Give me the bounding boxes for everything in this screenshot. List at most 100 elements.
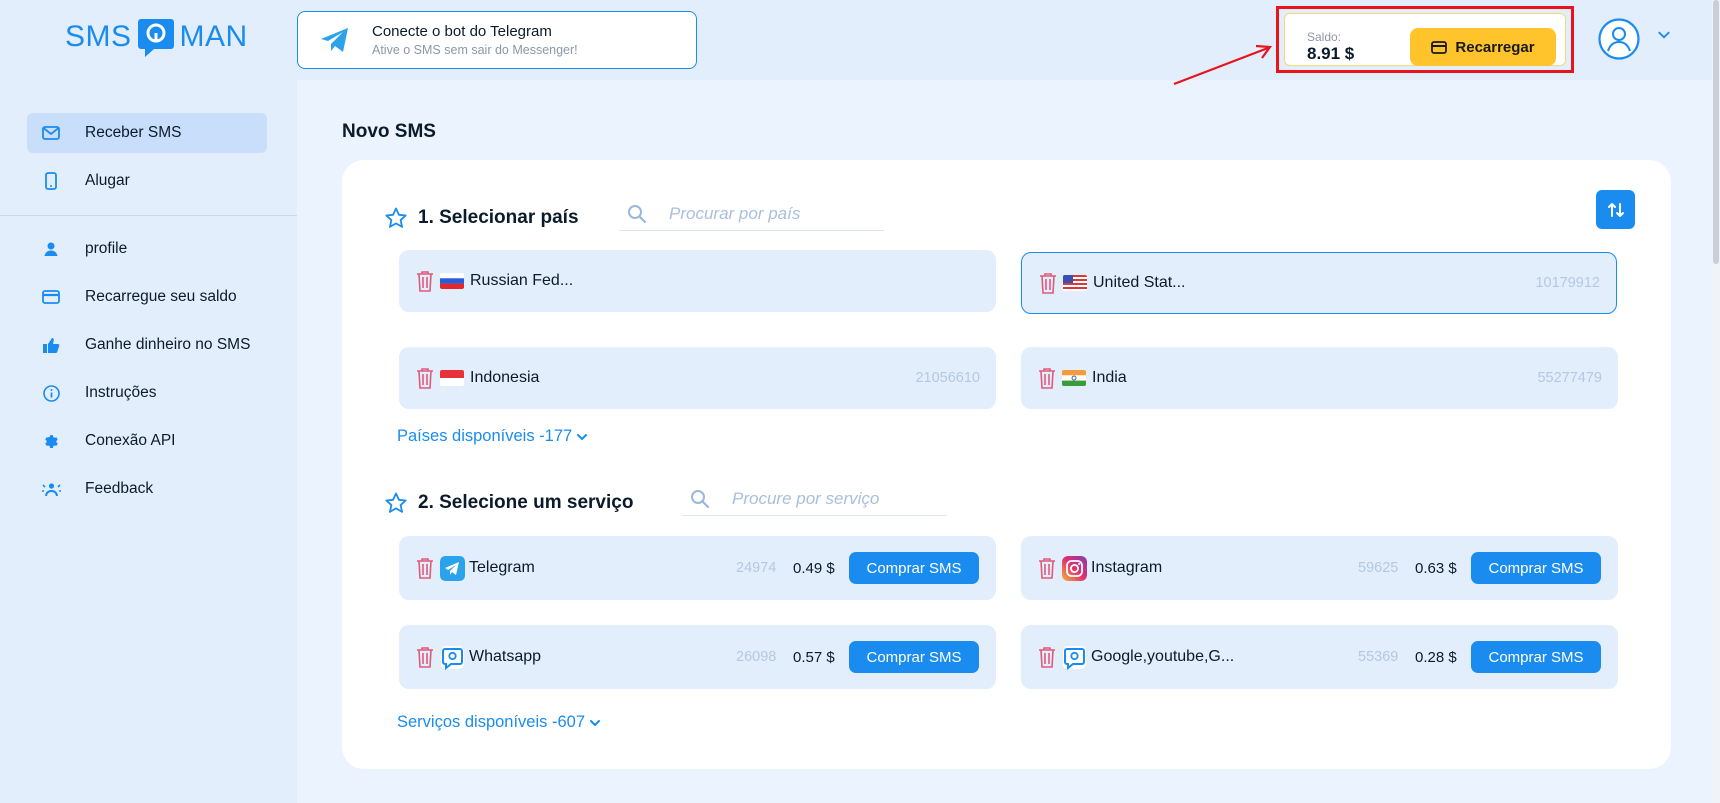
top-header: SMS MAN Conecte o bot do Telegram Ative … xyxy=(0,0,1720,86)
service-count: 59625 xyxy=(1358,560,1399,576)
smsman-service-icon xyxy=(440,645,465,670)
sidebar-item-profile[interactable]: profile xyxy=(27,229,267,269)
more-services-link[interactable]: Serviços disponíveis -607 xyxy=(397,713,601,732)
sidebar-item-recarregue[interactable]: Recarregue seu saldo xyxy=(27,277,267,317)
sidebar: Receber SMS Alugar profile Recarregue se… xyxy=(0,80,297,803)
sidebar-item-label: profile xyxy=(85,240,128,257)
instagram-icon xyxy=(1062,555,1087,581)
recharge-label: Recarregar xyxy=(1455,38,1535,56)
service-count: 24974 xyxy=(736,560,777,576)
star-icon[interactable] xyxy=(384,491,408,515)
balance-value: 8.91 $ xyxy=(1307,44,1355,63)
service-name: Whatsapp xyxy=(469,648,542,665)
buy-sms-button[interactable]: Comprar SMS xyxy=(1471,552,1601,584)
user-icon xyxy=(41,239,61,259)
info-icon xyxy=(41,383,61,403)
red-arrow-annotation xyxy=(1173,44,1273,86)
telegram-bot-banner[interactable]: Conecte o bot do Telegram Ative o SMS se… xyxy=(297,11,697,69)
user-avatar-icon[interactable] xyxy=(1598,18,1640,60)
more-services-label: Serviços disponíveis -607 xyxy=(397,713,586,731)
country-heading-text: 1. Selecionar país xyxy=(418,207,579,228)
gear-icon xyxy=(41,431,61,451)
country-row-united-states[interactable]: United Stat... 10179912 xyxy=(1021,252,1617,314)
sidebar-item-label: Instruções xyxy=(85,384,157,401)
logo-text-left: SMS xyxy=(65,20,132,53)
star-icon[interactable] xyxy=(384,206,408,230)
service-heading-text: 2. Selecione um serviço xyxy=(418,492,634,513)
trash-icon[interactable] xyxy=(414,269,436,293)
country-search-input[interactable] xyxy=(669,203,869,224)
buy-sms-button[interactable]: Comprar SMS xyxy=(1471,641,1601,673)
buy-sms-button[interactable]: Comprar SMS xyxy=(849,552,979,584)
trash-icon[interactable] xyxy=(414,556,436,580)
swap-order-button[interactable] xyxy=(1596,190,1635,229)
envelope-icon xyxy=(41,123,61,143)
trash-icon[interactable] xyxy=(414,366,436,390)
smsman-service-icon xyxy=(1062,645,1087,670)
sidebar-item-label: Alugar xyxy=(85,172,130,189)
country-count: 10179912 xyxy=(1535,275,1600,291)
service-name: Google,youtube,G... xyxy=(1091,648,1235,665)
smsman-logo[interactable]: SMS MAN xyxy=(65,16,248,58)
logo-text-right: MAN xyxy=(179,20,248,53)
sidebar-item-conexao-api[interactable]: Conexão API xyxy=(27,421,267,461)
service-row-google[interactable]: Google,youtube,G... 55369 0.28 $ Comprar… xyxy=(1021,625,1618,689)
country-name: Russian Fed... xyxy=(470,272,574,289)
thumbs-up-icon xyxy=(41,335,61,355)
country-count: 21056610 xyxy=(915,370,980,386)
trash-icon[interactable] xyxy=(1036,366,1058,390)
service-price: 0.63 $ xyxy=(1415,559,1457,577)
balance-label: Saldo: xyxy=(1307,30,1342,44)
search-icon xyxy=(690,489,710,509)
service-section-heading: 2. Selecione um serviço xyxy=(384,491,633,515)
service-search xyxy=(682,482,947,516)
sidebar-item-alugar[interactable]: Alugar xyxy=(27,161,267,201)
country-section-heading: 1. Selecionar país xyxy=(384,206,579,230)
country-search xyxy=(619,197,884,231)
service-price: 0.57 $ xyxy=(793,648,835,666)
service-row-whatsapp[interactable]: Whatsapp 26098 0.57 $ Comprar SMS xyxy=(399,625,996,689)
service-name: Telegram xyxy=(469,559,535,576)
service-row-instagram[interactable]: Instagram 59625 0.63 $ Comprar SMS xyxy=(1021,536,1618,600)
service-name: Instagram xyxy=(1091,559,1163,576)
sidebar-item-ganhe-dinheiro[interactable]: Ganhe dinheiro no SMS xyxy=(27,325,267,365)
sidebar-item-instrucoes[interactable]: Instruções xyxy=(27,373,267,413)
recharge-button[interactable]: Recarregar xyxy=(1410,28,1556,66)
trash-icon[interactable] xyxy=(1037,271,1059,295)
sidebar-divider xyxy=(0,215,297,216)
country-row-india[interactable]: India 55277479 xyxy=(1021,347,1618,409)
country-row-indonesia[interactable]: Indonesia 21056610 xyxy=(399,347,996,409)
service-price: 0.28 $ xyxy=(1415,648,1457,666)
account-chevron-down-icon[interactable] xyxy=(1657,28,1671,42)
service-price: 0.49 $ xyxy=(793,559,835,577)
feedback-icon xyxy=(41,479,61,499)
trash-icon[interactable] xyxy=(414,645,436,669)
sidebar-item-feedback[interactable]: Feedback xyxy=(27,469,267,509)
card-icon xyxy=(41,287,61,307)
telegram-icon xyxy=(321,28,348,52)
phone-icon xyxy=(41,171,61,191)
trash-icon[interactable] xyxy=(1036,556,1058,580)
service-count: 55369 xyxy=(1358,649,1399,665)
service-search-input[interactable] xyxy=(732,488,932,509)
chevron-down-icon xyxy=(589,717,601,729)
telegram-banner-title: Conecte o bot do Telegram xyxy=(372,23,552,40)
flag-indonesia-icon xyxy=(440,370,464,386)
telegram-banner-subtitle: Ative o SMS sem sair do Messenger! xyxy=(372,43,578,57)
sidebar-item-label: Receber SMS xyxy=(85,124,182,141)
sidebar-item-receber-sms[interactable]: Receber SMS xyxy=(27,113,267,153)
sidebar-item-label: Ganhe dinheiro no SMS xyxy=(85,336,251,353)
country-count: 55277479 xyxy=(1537,370,1602,386)
country-name: India xyxy=(1092,369,1127,386)
trash-icon[interactable] xyxy=(1036,645,1058,669)
country-row-russia[interactable]: Russian Fed... xyxy=(399,250,996,312)
service-count: 26098 xyxy=(736,649,777,665)
service-row-telegram[interactable]: Telegram 24974 0.49 $ Comprar SMS xyxy=(399,536,996,600)
balance-panel: Saldo: 8.91 $ Recarregar xyxy=(1284,13,1566,66)
more-countries-link[interactable]: Países disponíveis -177 xyxy=(397,427,588,446)
buy-sms-button[interactable]: Comprar SMS xyxy=(849,641,979,673)
flag-usa-icon xyxy=(1063,275,1087,291)
swap-arrows-icon xyxy=(1607,202,1624,217)
page-scrollbar-thumb[interactable] xyxy=(1713,0,1719,264)
logo-chat-icon xyxy=(137,19,174,57)
